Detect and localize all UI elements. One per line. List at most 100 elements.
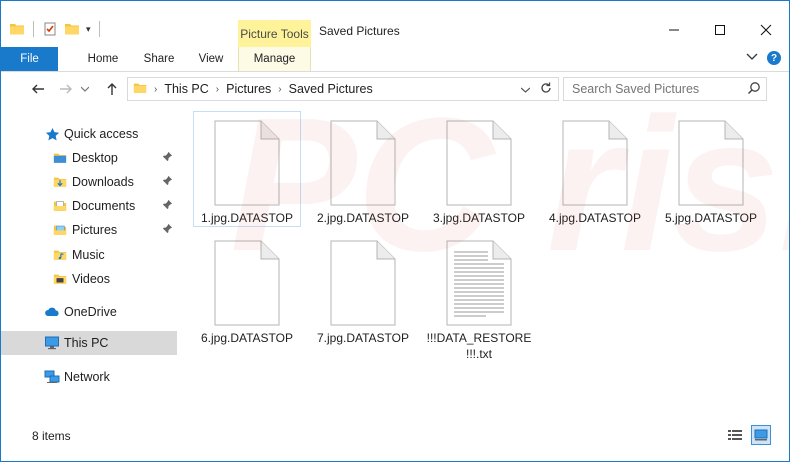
blank-document-icon: [214, 240, 280, 326]
tab-share[interactable]: Share: [137, 47, 181, 71]
breadcrumb: › This PC › Pictures › Saved Pictures: [128, 81, 373, 98]
file-item[interactable]: 4.jpg.DATASTOP: [541, 111, 649, 227]
explorer-window: ▾ Picture Tools Saved Pictures File Home…: [0, 0, 790, 462]
music-folder-icon: [52, 247, 68, 263]
breadcrumb-this-pc[interactable]: This PC: [164, 82, 208, 96]
tab-view[interactable]: View: [191, 47, 231, 71]
file-name: 2.jpg.DATASTOP: [316, 211, 410, 225]
sidebar-item-label: OneDrive: [64, 305, 117, 319]
breadcrumb-pictures[interactable]: Pictures: [226, 82, 271, 96]
folder-icon: [133, 81, 147, 98]
folder-icon: [52, 150, 68, 166]
quick-access-toolbar: ▾: [9, 21, 102, 37]
toolbar-separator: [33, 21, 34, 37]
documents-folder-icon: [52, 198, 68, 214]
pin-icon[interactable]: [162, 223, 173, 237]
chevron-down-icon: [520, 87, 531, 93]
chevron-right-icon[interactable]: ›: [154, 84, 157, 95]
sidebar-item-desktop[interactable]: Desktop: [1, 146, 177, 170]
toolbar-separator: [98, 21, 100, 37]
ribbon-tabs: File Home Share View Manage ?: [1, 47, 789, 72]
title-bar: ▾ Picture Tools Saved Pictures: [1, 1, 789, 47]
search-icon[interactable]: [747, 81, 761, 98]
sidebar-item-downloads[interactable]: Downloads: [1, 170, 177, 194]
search-box: [563, 77, 767, 101]
sidebar-item-music[interactable]: Music: [1, 243, 177, 267]
tab-home[interactable]: Home: [80, 47, 126, 71]
recent-locations-button[interactable]: [79, 80, 91, 98]
sidebar-item-quick-access[interactable]: Quick access: [1, 122, 177, 146]
address-history-button[interactable]: [520, 82, 531, 96]
text-document-icon: [446, 240, 512, 326]
cloud-icon: [44, 304, 60, 320]
address-bar-controls: [520, 78, 558, 100]
pin-icon[interactable]: [162, 175, 173, 189]
new-folder-icon[interactable]: [64, 21, 80, 37]
file-name: 1.jpg.DATASTOP: [200, 211, 294, 225]
file-name: 3.jpg.DATASTOP: [432, 211, 526, 225]
close-button[interactable]: [743, 15, 789, 45]
file-list: 1.jpg.DATASTOP 2.jpg.DATASTOP 3.jpg.DATA…: [181, 105, 787, 423]
file-item[interactable]: 7.jpg.DATASTOP: [309, 231, 417, 347]
file-item[interactable]: !!!DATA_RESTORE !!!.txt: [425, 231, 533, 361]
sidebar-item-label: Documents: [72, 199, 136, 213]
view-switcher: [725, 425, 771, 445]
sidebar-item-label: Pictures: [72, 223, 118, 237]
maximize-button[interactable]: [697, 15, 743, 45]
sidebar-item-documents[interactable]: Documents: [1, 194, 177, 218]
chevron-right-icon[interactable]: ›: [278, 84, 281, 95]
breadcrumb-saved-pictures[interactable]: Saved Pictures: [289, 82, 373, 96]
back-arrow-icon: [32, 84, 44, 94]
address-bar[interactable]: › This PC › Pictures › Saved Pictures: [127, 77, 559, 101]
window-title: Saved Pictures: [319, 24, 400, 38]
sidebar-item-this-pc[interactable]: This PC: [1, 331, 177, 355]
properties-icon[interactable]: [42, 21, 58, 37]
back-button[interactable]: [29, 80, 47, 98]
refresh-icon: [541, 82, 551, 93]
pin-icon[interactable]: [162, 199, 173, 213]
file-name: 4.jpg.DATASTOP: [548, 211, 642, 225]
file-item[interactable]: 6.jpg.DATASTOP: [193, 231, 301, 347]
caption-buttons: [651, 15, 789, 45]
minimize-button[interactable]: [651, 15, 697, 45]
file-item[interactable]: 1.jpg.DATASTOP: [193, 111, 301, 227]
sidebar-item-label: Downloads: [72, 175, 134, 189]
file-item[interactable]: 3.jpg.DATASTOP: [425, 111, 533, 227]
expand-ribbon-icon[interactable]: [746, 51, 758, 65]
search-input[interactable]: [570, 81, 744, 97]
tab-manage[interactable]: Manage: [238, 47, 311, 71]
details-view-button[interactable]: [725, 425, 745, 445]
sidebar-item-network[interactable]: Network: [1, 365, 177, 389]
forward-button[interactable]: [57, 80, 75, 98]
close-icon: [760, 24, 772, 36]
file-item[interactable]: 5.jpg.DATASTOP: [657, 111, 765, 227]
help-icon[interactable]: ?: [767, 51, 781, 65]
pin-icon[interactable]: [162, 151, 173, 165]
pictures-folder-icon: [52, 222, 68, 238]
sidebar-item-label: Network: [64, 370, 110, 384]
sidebar-item-videos[interactable]: Videos: [1, 267, 177, 291]
blank-document-icon: [330, 240, 396, 326]
sidebar-item-pictures[interactable]: Pictures: [1, 218, 177, 242]
chevron-right-icon[interactable]: ›: [216, 84, 219, 95]
downloads-folder-icon: [52, 174, 68, 190]
blank-document-icon: [678, 120, 744, 206]
videos-folder-icon: [52, 271, 68, 287]
sidebar-item-label: Videos: [72, 272, 110, 286]
sidebar-item-label: Music: [72, 248, 105, 262]
file-name: 5.jpg.DATASTOP: [664, 211, 758, 225]
navigation-bar: › This PC › Pictures › Saved Pictures: [1, 72, 789, 105]
file-name: !!!DATA_RESTORE !!!.txt: [426, 331, 532, 361]
blank-document-icon: [446, 120, 512, 206]
up-arrow-icon: [107, 83, 117, 95]
customize-toolbar-icon[interactable]: ▾: [86, 24, 91, 35]
details-view-icon: [728, 430, 742, 440]
file-name: 7.jpg.DATASTOP: [316, 331, 410, 345]
large-icons-view-button[interactable]: [751, 425, 771, 445]
tab-file[interactable]: File: [1, 47, 58, 71]
chevron-down-icon: [81, 86, 89, 92]
up-button[interactable]: [103, 80, 121, 98]
refresh-button[interactable]: [540, 82, 552, 97]
sidebar-item-onedrive[interactable]: OneDrive: [1, 300, 177, 324]
file-item[interactable]: 2.jpg.DATASTOP: [309, 111, 417, 227]
